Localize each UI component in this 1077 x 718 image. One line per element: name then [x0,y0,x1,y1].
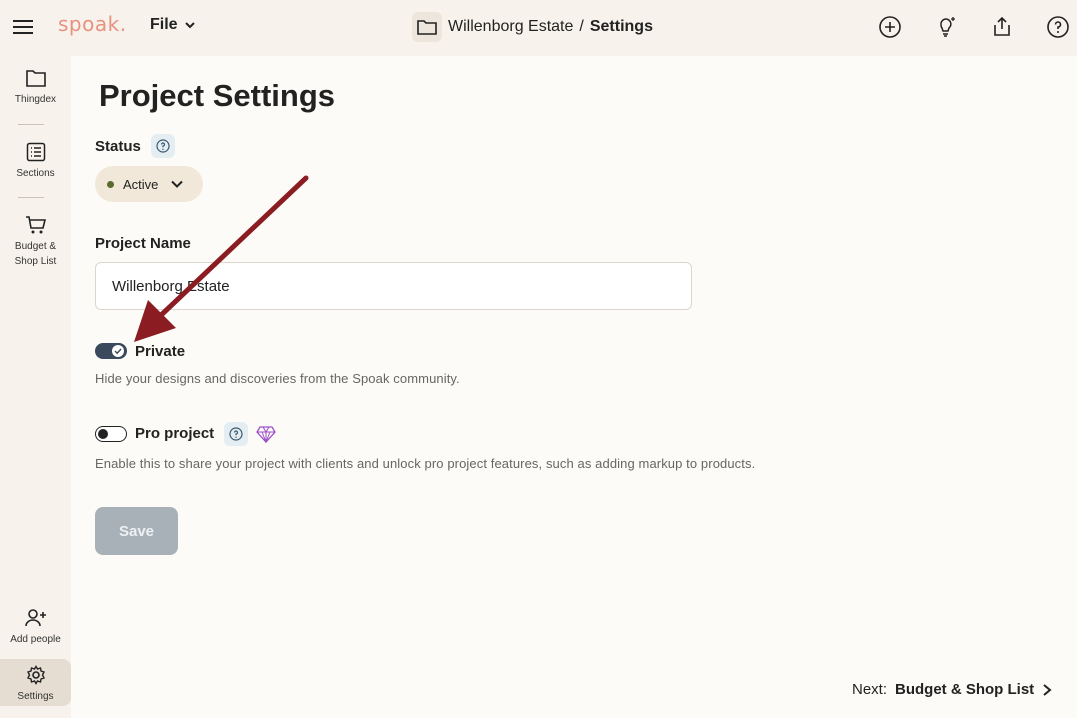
next-target: Budget & Shop List [895,681,1035,698]
folder-icon[interactable] [412,12,442,42]
pro-project-help-icon[interactable] [224,422,248,446]
private-toggle[interactable] [95,343,127,359]
status-dot-icon [107,180,114,188]
sidebar-item-sections[interactable]: Sections [0,142,71,181]
next-section-link[interactable]: Next: Budget & Shop List [852,681,1052,698]
status-value: Active [123,176,159,192]
toggle-knob [98,428,108,439]
plus-circle-icon[interactable] [878,15,902,39]
sidebar-item-thingdex[interactable]: Thingdex [0,68,71,107]
save-button[interactable]: Save [95,507,178,555]
chevron-down-icon [171,180,184,188]
sidebar-item-label: Settings [17,691,54,702]
project-name-label: Project Name [95,235,191,252]
status-label: Status [95,138,141,155]
sidebar-divider [18,124,44,125]
add-person-icon [24,609,46,627]
check-icon [114,348,122,355]
pro-project-toggle[interactable] [95,426,127,442]
toggle-knob [112,345,124,357]
sidebar: Thingdex Sections Budget & Shop List Add… [0,56,71,718]
diamond-pro-icon [256,426,276,444]
hamburger-menu-icon[interactable] [12,16,34,38]
next-prefix: Next: [852,681,888,698]
list-icon [26,142,45,162]
breadcrumb: Willenborg Estate / Settings [412,12,653,42]
status-help-icon[interactable] [151,134,175,158]
breadcrumb-separator: / [579,18,584,35]
sidebar-item-label-line2: Shop List [14,256,57,267]
sidebar-item-label: Sections [16,168,55,179]
spoak-logo[interactable]: spoak. [58,12,127,36]
chevron-down-icon [184,22,195,29]
gear-icon [26,665,45,685]
private-label: Private [135,343,186,360]
page-title: Project Settings [99,78,335,113]
cart-icon [25,216,46,234]
sidebar-item-budget-shop-list[interactable]: Budget & Shop List [0,215,71,269]
sidebar-item-label: Thingdex [14,94,57,105]
pro-project-description: Enable this to share your project with c… [95,456,756,471]
top-bar: spoak. File Willenborg Estate / Settings [0,0,1077,56]
sidebar-item-add-people[interactable]: Add people [0,608,71,647]
status-dropdown[interactable]: Active [95,166,203,202]
sidebar-item-label: Budget & [14,241,57,252]
file-menu-button[interactable]: File [150,16,196,34]
sidebar-item-settings[interactable]: Settings [0,659,71,706]
breadcrumb-current: Settings [589,18,653,35]
chevron-right-icon [1043,683,1052,696]
breadcrumb-project[interactable]: Willenborg Estate [448,18,573,36]
folder-icon [25,70,46,87]
sidebar-divider [18,197,44,198]
sidebar-item-label: Add people [10,634,61,645]
lightbulb-sparkle-icon[interactable] [934,15,958,39]
share-icon[interactable] [990,15,1014,39]
pro-project-label: Pro project [135,425,215,442]
private-description: Hide your designs and discoveries from t… [95,371,460,386]
file-menu-label: File [150,16,178,33]
project-name-input[interactable] [95,262,692,310]
help-circle-icon[interactable] [1046,15,1070,39]
